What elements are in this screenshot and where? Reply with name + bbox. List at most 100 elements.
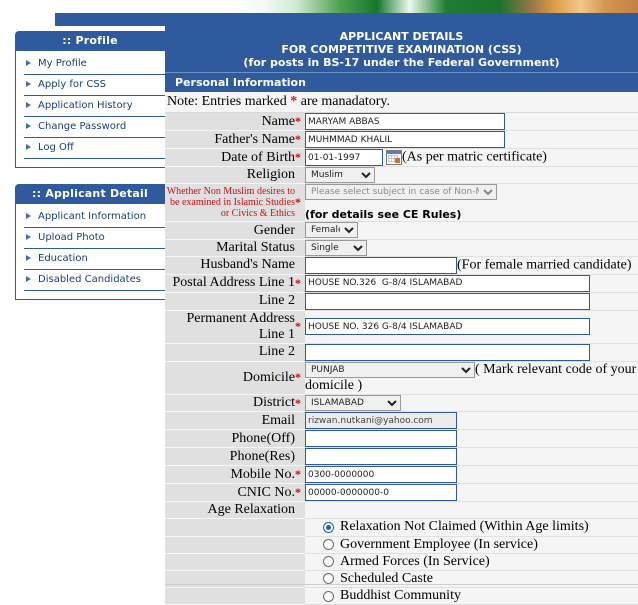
- header-bar-left-gap: [0, 13, 55, 26]
- required-marker: *: [295, 130, 305, 149]
- sidebar-item-label: Education: [38, 253, 88, 264]
- chevron-right-icon: [26, 81, 31, 87]
- label-father-name: Father's Name: [165, 130, 295, 149]
- non-muslim-hint: (for details see CE Rules): [305, 208, 462, 222]
- sidebar-item-application-history[interactable]: Application History: [24, 96, 172, 117]
- field-cell-cnic: [305, 483, 638, 503]
- panel-profile: :: Profile My Profile Apply for CSS Appl…: [15, 31, 181, 168]
- sidebar-item-label: Log Off: [38, 142, 74, 153]
- field-cell-mobile: [305, 465, 638, 485]
- radio-selected-icon[interactable]: [323, 521, 334, 533]
- label-spacer: [165, 536, 295, 554]
- radio-icon[interactable]: [323, 556, 334, 568]
- required-marker: [295, 166, 305, 185]
- sidebar-item-upload-photo[interactable]: Upload Photo: [24, 228, 172, 249]
- field-cell-age-relaxation: [305, 501, 638, 520]
- age-relaxation-option-2[interactable]: Armed Forces (In Service): [305, 553, 638, 571]
- label-marital-status: Marital Status: [165, 239, 295, 257]
- date-of-birth-input[interactable]: [305, 149, 383, 166]
- email-field[interactable]: [305, 412, 457, 430]
- mandatory-note: Note: Entries marked * are manadatory.: [165, 92, 638, 113]
- label-gender: Gender: [165, 221, 295, 240]
- chevron-right-icon: [26, 276, 31, 282]
- required-marker: *: [295, 310, 305, 344]
- table-row-age-option-1: Government Employee (In service): [165, 536, 638, 554]
- table-row-permanent-line2: Line 2: [165, 343, 638, 362]
- label-permanent-address-line1: Permanent Address Line 1: [165, 310, 295, 344]
- permanent-address-line1-input[interactable]: [305, 318, 590, 336]
- radio-icon[interactable]: [323, 539, 334, 551]
- radio-icon[interactable]: [323, 590, 334, 602]
- banner-flag-image: [230, 0, 638, 13]
- age-relaxation-option-1[interactable]: Government Employee (In service): [305, 536, 638, 554]
- cnic-no-input[interactable]: [305, 484, 457, 502]
- label-district: District: [165, 394, 295, 413]
- top-banner: [0, 0, 638, 13]
- phone-res-input[interactable]: [305, 448, 457, 466]
- calendar-icon[interactable]: [386, 150, 402, 165]
- panel-profile-body: My Profile Apply for CSS Application His…: [15, 51, 181, 168]
- age-relaxation-option-3[interactable]: Scheduled Caste: [305, 570, 638, 589]
- field-cell-district: ISLAMABAD: [305, 394, 638, 413]
- chevron-right-icon: [26, 60, 31, 66]
- district-select[interactable]: ISLAMABAD: [305, 395, 401, 412]
- radio-icon[interactable]: [323, 573, 334, 585]
- required-marker: [295, 429, 305, 449]
- phone-off-input[interactable]: [305, 430, 457, 448]
- table-row-marital-status: Marital Status Single: [165, 239, 638, 257]
- sidebar-item-change-password[interactable]: Change Password: [24, 117, 172, 138]
- father-name-input[interactable]: [305, 131, 505, 148]
- required-marker: [295, 570, 305, 589]
- form-bottom-divider: [165, 584, 638, 585]
- required-marker: [295, 343, 305, 362]
- table-row-postal-line2: Line 2: [165, 292, 638, 311]
- table-row-cnic: CNIC No. *: [165, 483, 638, 503]
- sidebar-item-disabled-candidates[interactable]: Disabled Candidates: [24, 270, 172, 291]
- field-cell-postal-line2: [305, 292, 638, 311]
- table-row-dob: Date of Birth * (As per matric certifica…: [165, 148, 638, 167]
- field-cell-phone-off: [305, 429, 638, 449]
- label-phone-res: Phone(Res): [165, 447, 295, 467]
- sidebar-item-apply-for-css[interactable]: Apply for CSS: [24, 75, 172, 96]
- religion-select[interactable]: Muslim: [305, 167, 375, 183]
- label-domicile: Domicile: [165, 361, 295, 396]
- label-spacer: [165, 570, 295, 589]
- table-row-father-name: Father's Name *: [165, 130, 638, 149]
- table-row-phone-off: Phone(Off): [165, 429, 638, 449]
- sidebar-item-label: My Profile: [38, 58, 87, 69]
- label-husband-name: Husband's Name: [165, 256, 295, 275]
- permanent-address-line2-input[interactable]: [305, 343, 590, 361]
- header-blue-bar: [55, 13, 638, 26]
- mobile-no-input[interactable]: [305, 466, 457, 484]
- table-row-permanent-line1: Permanent Address Line 1 *: [165, 310, 638, 344]
- sidebar-item-education[interactable]: Education: [24, 249, 172, 270]
- postal-address-line2-input[interactable]: [305, 292, 590, 310]
- gender-select[interactable]: Female: [305, 222, 358, 239]
- sidebar-item-label: Application History: [38, 100, 133, 111]
- sidebar-item-label: Upload Photo: [38, 232, 105, 243]
- field-cell-father-name: [305, 130, 638, 149]
- age-relaxation-option-4[interactable]: Buddhist Community: [305, 587, 638, 605]
- chevron-right-icon: [26, 255, 31, 261]
- name-input[interactable]: [305, 113, 505, 130]
- label-postal-address-line1: Postal Address Line 1: [165, 274, 295, 293]
- required-marker: [295, 292, 305, 311]
- husband-name-input[interactable]: [305, 256, 457, 274]
- postal-address-line1-input[interactable]: [305, 274, 590, 292]
- required-marker: *: [295, 274, 305, 293]
- sidebar-item-log-off[interactable]: Log Off: [24, 138, 172, 159]
- domicile-select[interactable]: PUNJAB: [305, 361, 475, 378]
- table-row-name: Name *: [165, 113, 638, 131]
- age-relaxation-option-0[interactable]: Relaxation Not Claimed (Within Age limit…: [305, 518, 638, 537]
- table-row-age-option-0: Relaxation Not Claimed (Within Age limit…: [165, 518, 638, 537]
- sidebar-item-applicant-information[interactable]: Applicant Information: [24, 207, 172, 228]
- field-cell-gender: Female: [305, 221, 638, 240]
- non-muslim-subject-select[interactable]: Please select subject in case of Non-Mus…: [305, 184, 497, 201]
- panel-applicant-detail-body: Applicant Information Upload Photo Educa…: [15, 204, 181, 300]
- field-cell-non-muslim-subject: Please select subject in case of Non-Mus…: [305, 183, 638, 223]
- sidebar-item-my-profile[interactable]: My Profile: [24, 54, 172, 75]
- label-spacer: [165, 553, 295, 571]
- required-marker: [295, 411, 305, 431]
- marital-status-select[interactable]: Single: [305, 239, 367, 256]
- chevron-right-icon: [26, 102, 31, 108]
